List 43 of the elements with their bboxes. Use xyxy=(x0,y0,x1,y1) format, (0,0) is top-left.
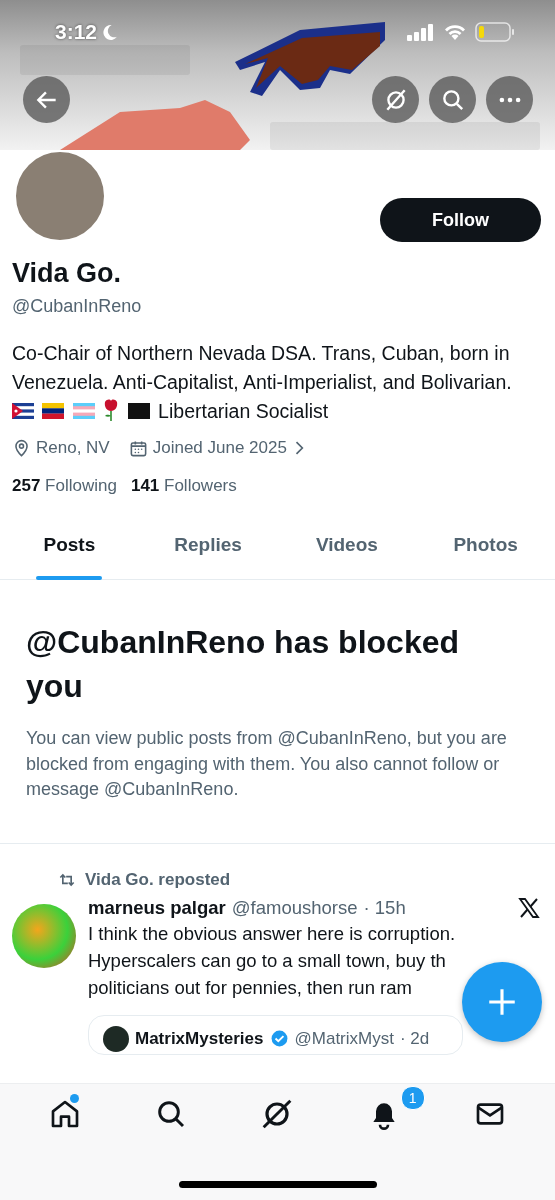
blocked-message: You can view public posts from @CubanInReno, but you are blocked from engaging with them. You also cannot follow or message @CubanInReno. xyxy=(26,727,508,801)
notification-count: 1 xyxy=(400,1086,425,1110)
quoted-author-handle: @MatrixMyst xyxy=(294,1028,394,1049)
rose-icon xyxy=(103,398,120,422)
quoted-post-time: · 2d xyxy=(399,1028,430,1049)
moon-icon xyxy=(101,23,119,41)
profile-tab[interactable]: Replies xyxy=(170,518,246,566)
post-text-line: Hyperscalers can go to a small town, buy th xyxy=(88,948,446,973)
post-time: · 15h xyxy=(363,896,406,919)
profile-tab[interactable]: Photos xyxy=(449,518,522,566)
compose-button[interactable] xyxy=(462,962,542,1042)
following-link[interactable]: 257 Following xyxy=(12,476,117,496)
bio-text: Libertarian Socialist xyxy=(158,400,329,422)
author-name: marneus palgar xyxy=(88,896,226,919)
calendar-icon xyxy=(128,438,148,458)
x-logo-icon xyxy=(517,895,541,920)
flag-icon xyxy=(12,403,34,419)
username: @CubanInReno xyxy=(12,296,143,317)
follow-button[interactable]: Follow xyxy=(380,198,541,242)
wifi-icon xyxy=(443,23,467,41)
status-time: 3:12 xyxy=(55,20,98,44)
more-icon xyxy=(498,96,521,103)
quoted-post-card[interactable]: MatrixMysteries @MatrixMyst · 2d xyxy=(88,1014,463,1055)
location: Reno, NV xyxy=(36,438,110,458)
profile-tab[interactable]: Posts xyxy=(39,518,100,566)
quoted-author-name: MatrixMysteries xyxy=(135,1028,264,1049)
bio-text: Co-Chair of Northern Nevada DSA. Trans, Cuban, born in Venezuela. Anti-Capitalist, Anti-Imperialist, and Bolivarian. xyxy=(12,342,512,393)
profile-tab[interactable]: Videos xyxy=(311,518,382,566)
location-pin-icon xyxy=(12,438,31,458)
blocked-heading: @CubanInReno has blocked you xyxy=(26,623,461,706)
repost-label: Vida Go. reposted xyxy=(85,869,231,890)
battery-icon xyxy=(475,22,515,42)
flag-icon xyxy=(42,403,65,419)
avatar xyxy=(103,1025,129,1052)
join-date: Joined June 2025 xyxy=(152,438,287,458)
flag-icon xyxy=(72,403,95,419)
followers-link[interactable]: 141 Followers xyxy=(130,476,237,496)
post-text-line: I think the obvious answer here is corruption. xyxy=(88,921,456,946)
post-text-line: politicians out for pennies, then run ram xyxy=(88,975,412,1000)
signal-icon xyxy=(407,23,435,41)
author-handle: @famoushorse xyxy=(231,896,358,919)
flag-icon xyxy=(127,403,150,419)
display-name: Vida Go. xyxy=(12,258,123,289)
